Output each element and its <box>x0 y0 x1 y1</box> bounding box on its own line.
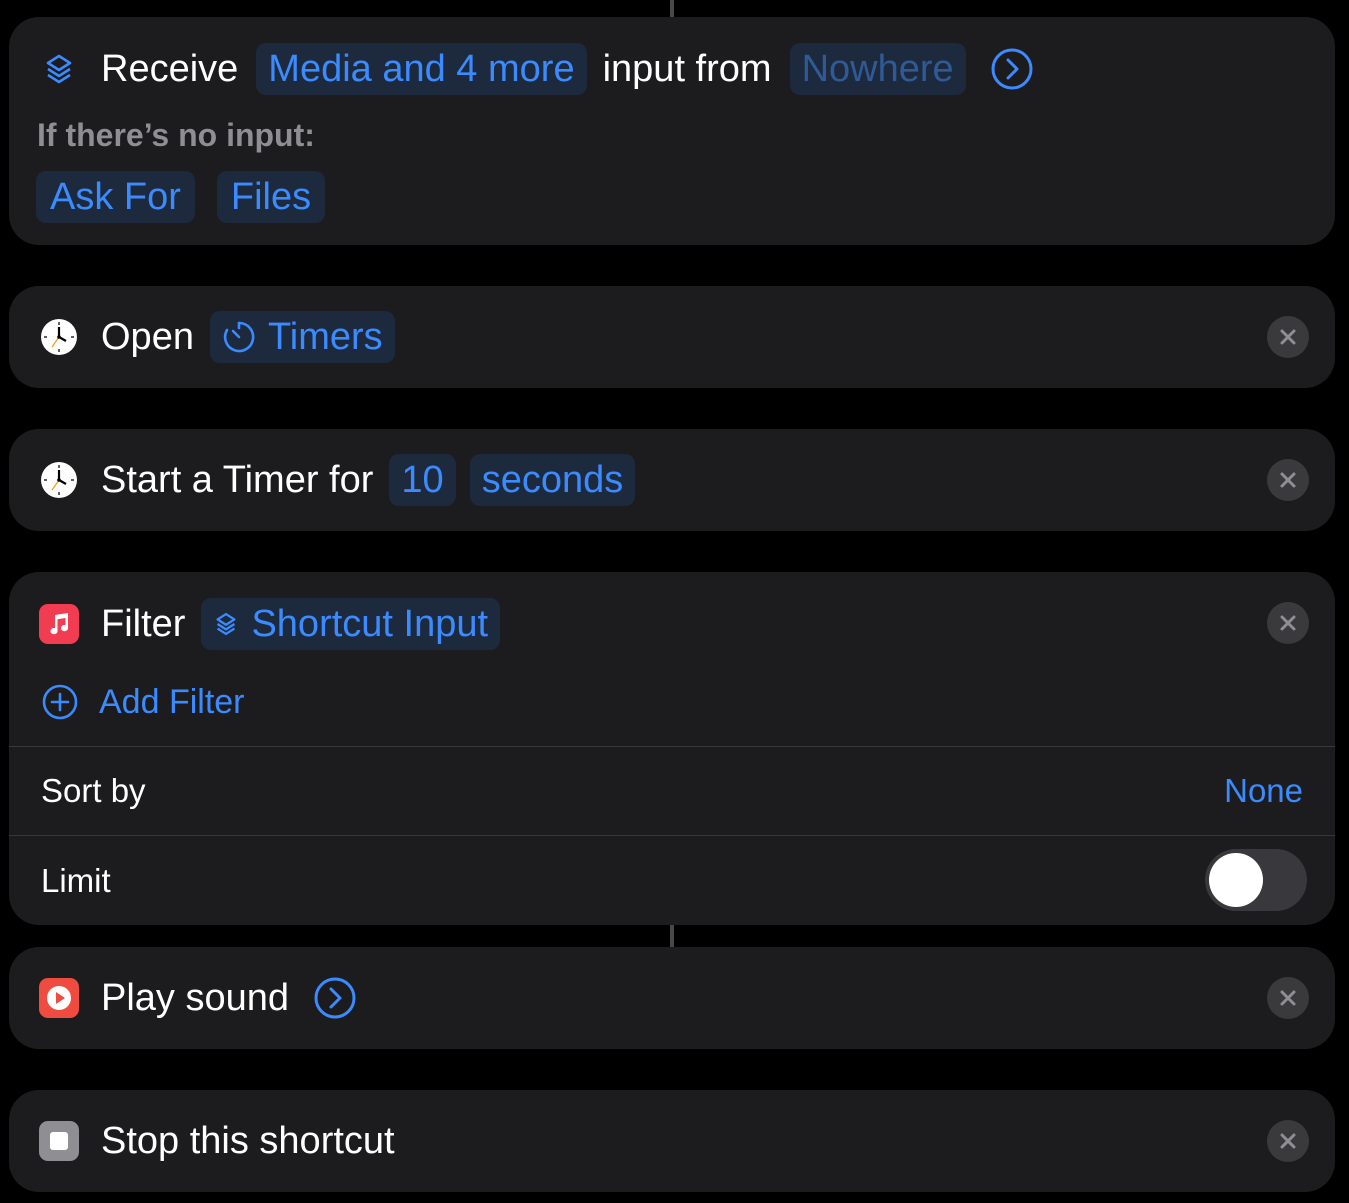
limit-toggle[interactable] <box>1205 849 1307 911</box>
shortcut-input-label: Shortcut Input <box>251 602 489 645</box>
sort-by-label: Sort by <box>41 772 146 809</box>
clock-icon <box>39 317 79 357</box>
receive-label: Receive <box>101 47 239 90</box>
open-label: Open <box>101 315 194 358</box>
input-types-token[interactable]: Media and 4 more <box>256 43 587 95</box>
timer-unit-token[interactable]: seconds <box>469 454 636 506</box>
start-timer-label: Start a Timer for <box>101 458 374 501</box>
input-from-label: input from <box>602 47 772 90</box>
play-sound-label: Play sound <box>101 976 290 1019</box>
receive-input-action[interactable]: Receive Media and 4 more input from Nowh… <box>9 17 1335 245</box>
play-icon <box>39 978 79 1018</box>
close-icon[interactable] <box>1267 459 1309 501</box>
no-input-type-token[interactable]: Files <box>216 171 326 223</box>
flow-connector <box>670 0 674 17</box>
filter-label: Filter <box>101 602 186 645</box>
sort-by-row[interactable]: Sort by None <box>9 747 1335 835</box>
limit-row: Limit <box>9 836 1335 925</box>
filter-action[interactable]: Filter Shortcut Input Add Filter Sort by… <box>9 572 1335 925</box>
clock-icon <box>39 460 79 500</box>
music-note-icon <box>39 604 79 644</box>
toggle-knob <box>1209 853 1263 907</box>
play-sound-action[interactable]: Play sound <box>9 947 1335 1049</box>
stop-icon <box>39 1121 79 1161</box>
timers-app-label: Timers <box>267 315 383 358</box>
flow-connector <box>670 925 674 947</box>
start-timer-action[interactable]: Start a Timer for 10 seconds <box>9 429 1335 531</box>
sort-by-value[interactable]: None <box>1224 772 1303 810</box>
close-icon[interactable] <box>1267 602 1309 644</box>
stop-shortcut-label: Stop this shortcut <box>101 1119 395 1162</box>
add-filter-button[interactable]: Add Filter <box>41 680 245 724</box>
close-icon[interactable] <box>1267 1120 1309 1162</box>
timer-amount-token[interactable]: 10 <box>389 454 456 506</box>
close-icon[interactable] <box>1267 316 1309 358</box>
stop-shortcut-action[interactable]: Stop this shortcut <box>9 1090 1335 1192</box>
add-filter-label: Add Filter <box>99 682 245 721</box>
layers-icon <box>213 611 239 637</box>
plus-circle-icon <box>41 683 79 721</box>
no-input-label: If there’s no input: <box>37 117 315 153</box>
open-app-action[interactable]: Open Timers <box>9 286 1335 388</box>
limit-label: Limit <box>41 862 111 899</box>
close-icon[interactable] <box>1267 977 1309 1019</box>
timer-icon <box>222 320 256 354</box>
input-source-token[interactable]: Nowhere <box>789 43 966 95</box>
shortcut-input-token[interactable]: Shortcut Input <box>201 598 501 650</box>
no-input-action-token[interactable]: Ask For <box>36 171 195 223</box>
timers-app-token[interactable]: Timers <box>209 311 395 363</box>
layers-icon <box>39 49 79 89</box>
chevron-right-circle-icon[interactable] <box>990 47 1034 91</box>
chevron-right-circle-icon[interactable] <box>313 976 357 1020</box>
